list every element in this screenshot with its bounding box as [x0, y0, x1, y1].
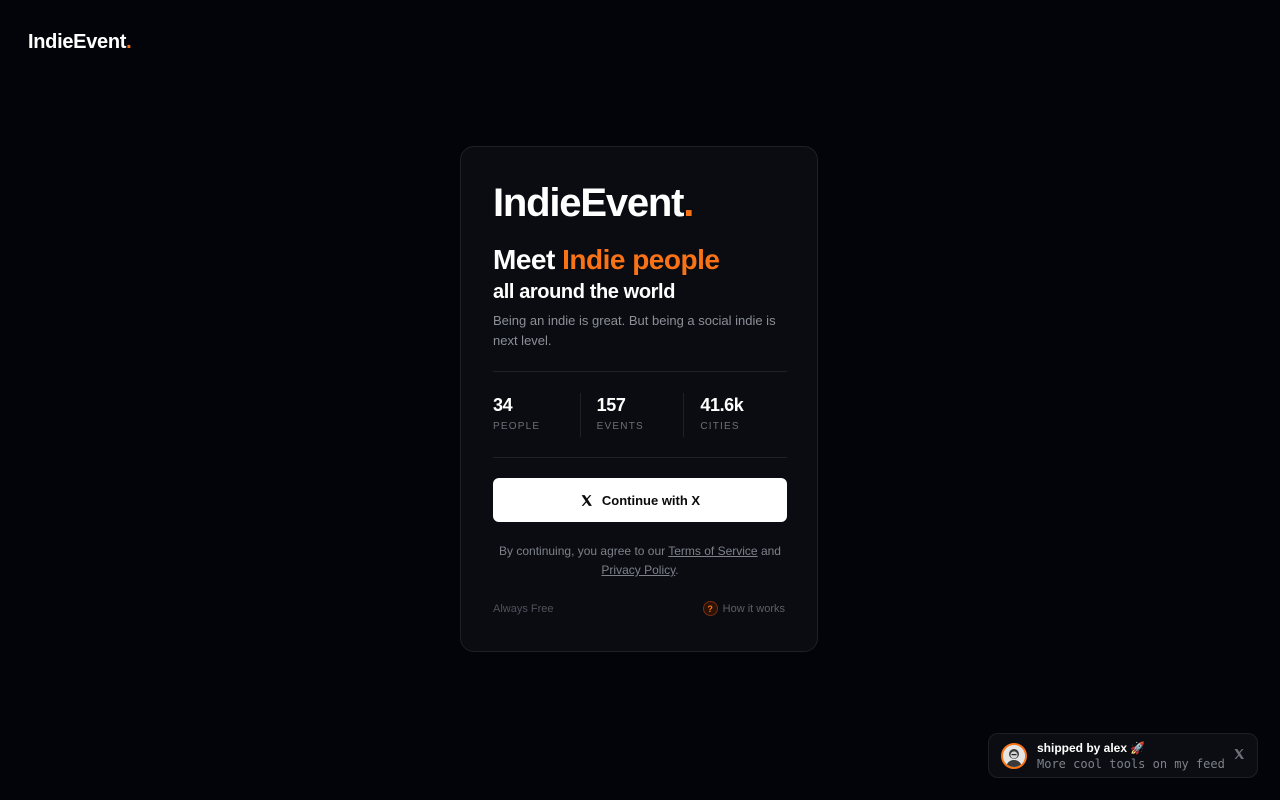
continue-with-x-label: Continue with X	[601, 492, 701, 508]
header-logo[interactable]: IndieEvent.	[28, 31, 132, 54]
stat-events: 157 EVENTS	[579, 393, 684, 437]
card-logo-dot: .	[683, 181, 694, 225]
legal-prefix: By continuing, you agree to our	[499, 544, 666, 558]
stats-row: 34 PEOPLE 157 EVENTS 41.6k CITIES	[493, 393, 787, 437]
headline-accent: Indie people	[562, 244, 720, 275]
page: IndieEvent. IndieEvent. Meet Indie peopl…	[0, 0, 1280, 800]
continue-with-x-button[interactable]: Continue with X	[493, 478, 787, 522]
card-logo-text: IndieEvent	[493, 181, 684, 225]
how-it-works-label: How it works	[722, 602, 785, 615]
header-logo-text: IndieEvent	[28, 31, 127, 53]
legal-and: and	[760, 544, 781, 558]
question-icon: ?	[702, 601, 718, 616]
legal-text: By continuing, you agree to our Terms of…	[493, 542, 787, 580]
x-logo-icon	[581, 494, 592, 506]
toast-title: shipped by alex 🚀	[1037, 741, 1146, 755]
stat-value-events: 157	[596, 395, 626, 415]
subheadline: all around the world	[493, 281, 676, 303]
stat-value-people: 34	[493, 395, 513, 415]
toast-x-link[interactable]	[1233, 747, 1245, 765]
card-logo: IndieEvent.	[493, 181, 694, 225]
toast-subtitle: More cool tools on my feed	[1037, 757, 1225, 771]
legal-suffix: .	[675, 563, 679, 577]
stat-value-cities: 41.6k	[700, 395, 744, 415]
description: Being an indie is great. But being a soc…	[493, 313, 776, 348]
stat-label-events: EVENTS	[596, 421, 644, 432]
avatar	[1001, 743, 1027, 769]
terms-of-service-link[interactable]: Terms of Service	[668, 544, 757, 558]
divider-top	[493, 371, 787, 372]
stat-cities: 41.6k CITIES	[683, 393, 787, 437]
login-card: IndieEvent. Meet Indie people all around…	[460, 146, 818, 652]
divider-bottom	[493, 457, 787, 458]
stat-label-people: PEOPLE	[493, 421, 541, 432]
headline: Meet Indie people	[493, 243, 720, 277]
shipped-by-toast[interactable]: shipped by alex 🚀 More cool tools on my …	[988, 733, 1258, 778]
privacy-policy-link[interactable]: Privacy Policy	[601, 563, 675, 577]
x-logo-icon	[1234, 749, 1244, 759]
stat-people: 34 PEOPLE	[493, 393, 580, 437]
always-free-label: Always Free	[493, 603, 554, 615]
headline-prefix: Meet	[493, 244, 555, 275]
avatar-portrait-icon	[1003, 745, 1025, 767]
header-logo-dot: .	[126, 31, 132, 53]
how-it-works-link[interactable]: ? How it works	[702, 601, 785, 616]
stat-label-cities: CITIES	[700, 421, 740, 432]
